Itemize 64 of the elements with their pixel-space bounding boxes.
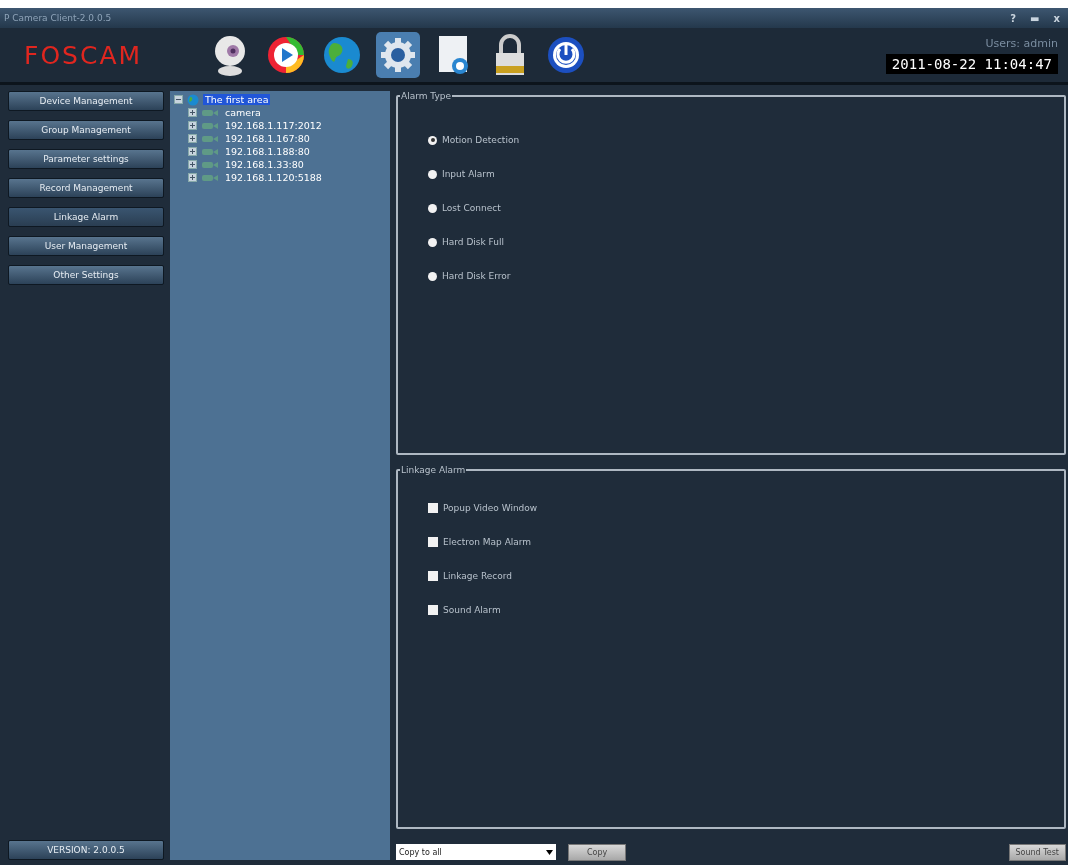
logo: FOSCAM bbox=[23, 40, 144, 70]
radio-label[interactable]: Input Alarm bbox=[442, 169, 495, 179]
checkbox[interactable] bbox=[428, 605, 438, 615]
tree-item[interactable]: 192.168.1.188:80 bbox=[223, 146, 312, 157]
tree-item[interactable]: The first area bbox=[203, 94, 271, 105]
sidebar-item[interactable]: Linkage Alarm bbox=[8, 207, 164, 227]
expander-toggle[interactable] bbox=[188, 173, 197, 182]
tree-item[interactable]: 192.168.1.120:5188 bbox=[223, 172, 324, 183]
globe-icon bbox=[187, 93, 199, 106]
radio-label[interactable]: Lost Connect bbox=[442, 203, 501, 213]
sidebar-item[interactable]: Record Management bbox=[8, 178, 164, 198]
tree-item[interactable]: 192.168.1.167:80 bbox=[223, 133, 312, 144]
checkbox-label[interactable]: Electron Map Alarm bbox=[443, 537, 532, 547]
checkbox-label[interactable]: Popup Video Window bbox=[443, 503, 538, 513]
version-button[interactable]: VERSION: 2.0.0.5 bbox=[8, 840, 164, 860]
sidebar-item[interactable]: User Management bbox=[8, 236, 164, 256]
caret-icon bbox=[546, 849, 553, 855]
checkbox-label[interactable]: Sound Alarm bbox=[443, 605, 501, 615]
play-icon bbox=[266, 35, 306, 75]
users-label: Users: admin bbox=[985, 36, 1058, 50]
radio-button[interactable] bbox=[428, 135, 437, 145]
expander-toggle[interactable] bbox=[188, 147, 197, 156]
expander-toggle[interactable] bbox=[188, 160, 197, 169]
tree-item[interactable]: camera bbox=[223, 107, 263, 118]
window-control[interactable]: x bbox=[1053, 12, 1060, 24]
checkbox[interactable] bbox=[428, 537, 438, 547]
group-title: Linkage Alarm bbox=[400, 465, 467, 475]
camera-icon bbox=[201, 160, 219, 169]
window-title: P Camera Client-2.0.0.5 bbox=[4, 13, 112, 23]
radio-label[interactable]: Hard Disk Full bbox=[442, 237, 504, 247]
sidebar-item[interactable]: Parameter settings bbox=[8, 149, 164, 169]
sidebar-item[interactable]: Other Settings bbox=[8, 265, 164, 285]
camera-icon bbox=[201, 134, 219, 143]
sidebar-item[interactable]: Device Management bbox=[8, 91, 164, 111]
expander-toggle[interactable] bbox=[174, 95, 183, 104]
expander-toggle[interactable] bbox=[188, 108, 197, 117]
sound-test-button[interactable]: Sound Test bbox=[1008, 843, 1066, 861]
radio-button[interactable] bbox=[428, 237, 437, 247]
radio-button[interactable] bbox=[428, 169, 437, 179]
sidebar-item[interactable]: Group Management bbox=[8, 120, 164, 140]
tree-item[interactable]: 192.168.1.117:2012 bbox=[223, 120, 324, 131]
window-control[interactable]: ? bbox=[1010, 12, 1017, 24]
radio-label[interactable]: Hard Disk Error bbox=[442, 271, 511, 281]
expander-toggle[interactable] bbox=[188, 121, 197, 130]
checkbox-label[interactable]: Linkage Record bbox=[443, 571, 512, 581]
radio-label[interactable]: Motion Detection bbox=[442, 135, 520, 145]
power-icon bbox=[546, 35, 586, 75]
group-title: Alarm Type bbox=[400, 91, 452, 101]
camera-icon bbox=[201, 173, 219, 182]
tree-item[interactable]: 192.168.1.33:80 bbox=[223, 159, 306, 170]
camera-icon bbox=[201, 147, 219, 156]
checkbox[interactable] bbox=[428, 503, 438, 513]
gear-icon bbox=[378, 35, 418, 75]
camera-icon bbox=[201, 121, 219, 130]
datetime-display: 2011-08-22 11:04:47 bbox=[885, 53, 1058, 74]
radio-button[interactable] bbox=[428, 203, 437, 213]
camera-icon bbox=[201, 108, 219, 117]
globe-icon bbox=[322, 35, 362, 75]
expander-toggle[interactable] bbox=[188, 134, 197, 143]
radio-button[interactable] bbox=[428, 271, 437, 281]
copy-button[interactable]: Copy bbox=[568, 843, 627, 861]
copy-dropdown[interactable]: Copy to all bbox=[396, 844, 556, 860]
checkbox[interactable] bbox=[428, 571, 438, 581]
window-control[interactable]: ▬ bbox=[1030, 12, 1040, 24]
